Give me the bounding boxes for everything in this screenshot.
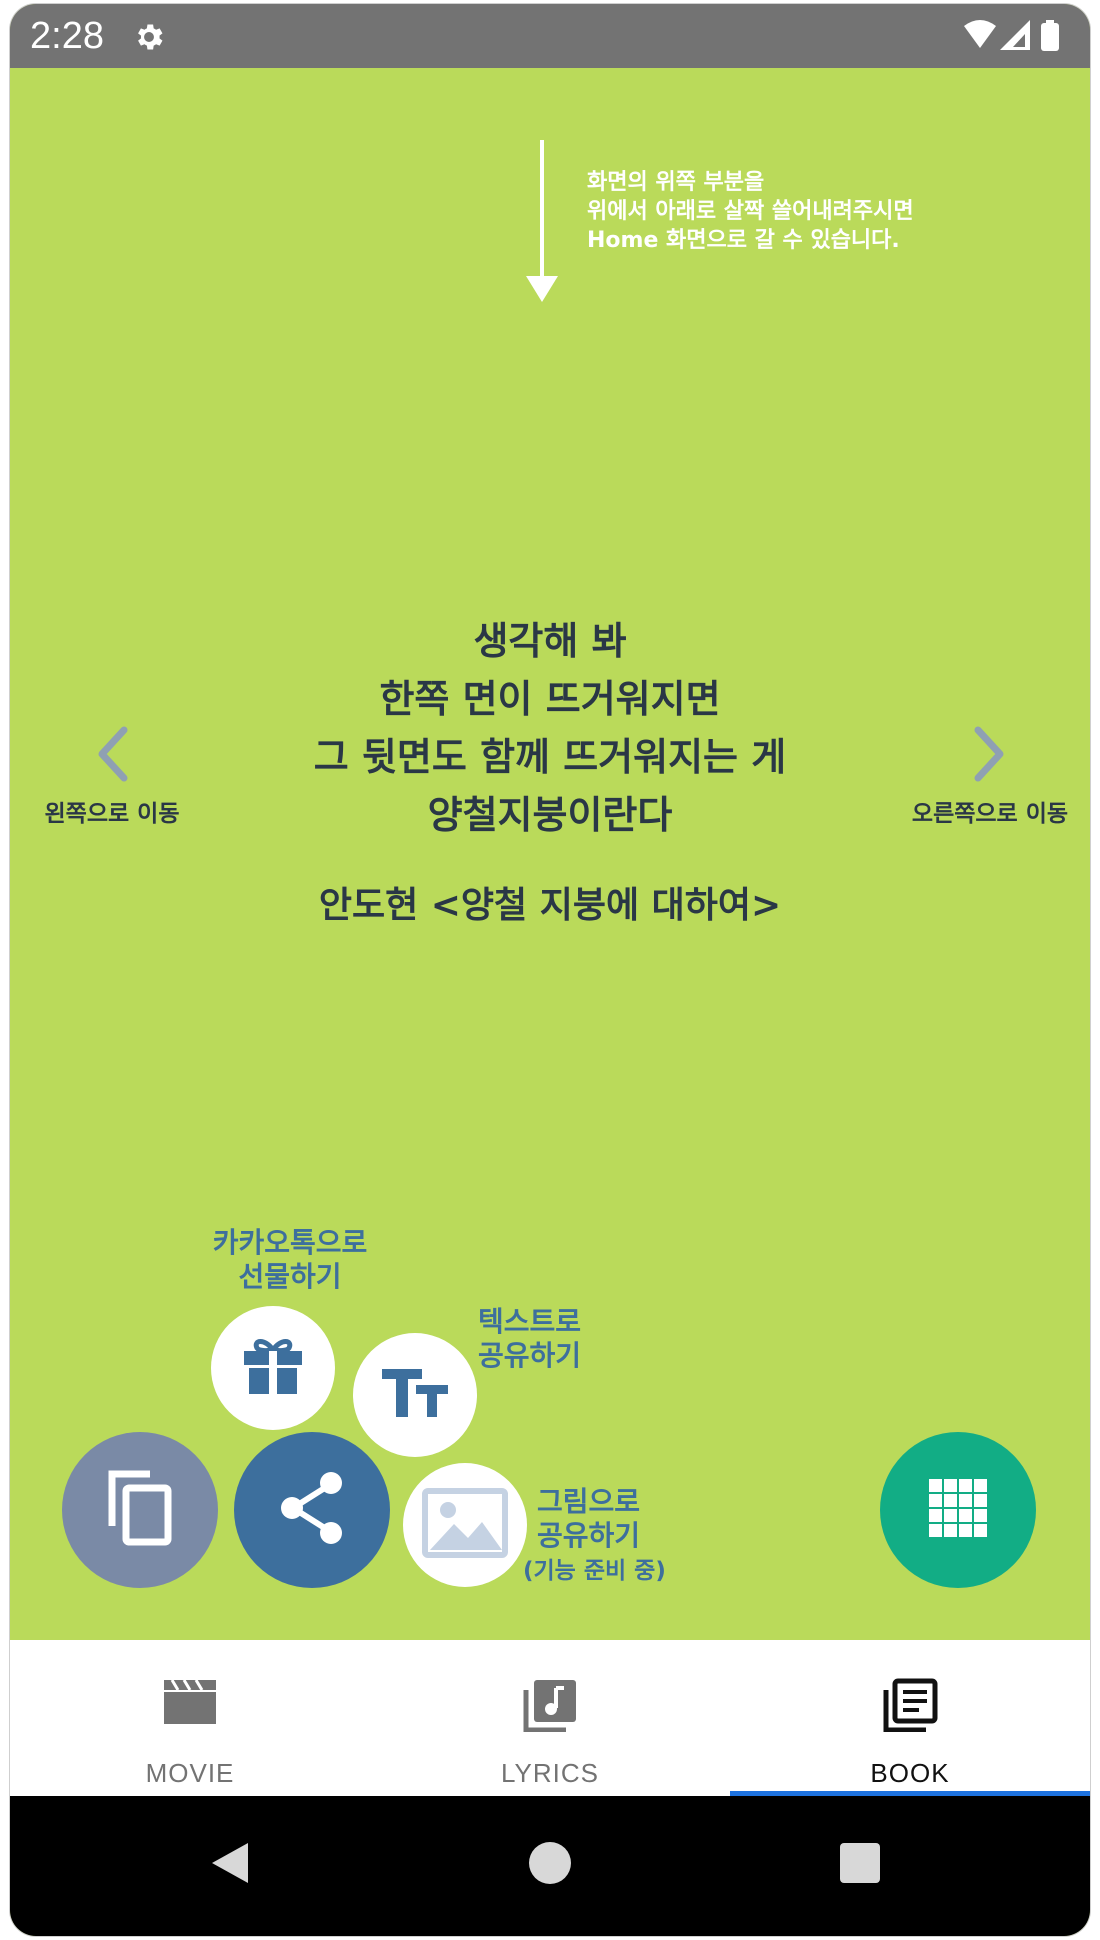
gift-button[interactable]: [211, 1306, 335, 1430]
hint-line: Home 화면으로 갈 수 있습니다.: [587, 228, 900, 253]
tab-movie[interactable]: MOVIE: [10, 1640, 370, 1796]
gift-label-line: 선물하기: [238, 1260, 342, 1293]
text-share-label-line: 공유하기: [478, 1339, 582, 1372]
gift-label: 카카오톡으로 선물하기: [180, 1226, 400, 1294]
phone-screen: 2:28 화면의 위쪽 부분을 위에서 아래로 살짝 쓸어내려주시면 Home …: [10, 4, 1090, 1936]
copy-button[interactable]: [62, 1432, 218, 1588]
quote-line: 생각해 봐: [473, 619, 627, 663]
share-button[interactable]: [234, 1432, 390, 1588]
gear-icon: [132, 20, 166, 58]
quote-line: 양철지붕이란다: [427, 793, 673, 837]
bottom-navigation: MOVIE LYRICS BOOK: [10, 1640, 1090, 1796]
signal-icon: [1000, 20, 1030, 50]
clapperboard-icon: [162, 1678, 218, 1730]
grid-menu-button[interactable]: [880, 1432, 1036, 1588]
hint-line: 위에서 아래로 살짝 쓸어내려주시면: [587, 199, 914, 224]
status-indicators: [962, 18, 1072, 58]
share-icon: [277, 1470, 347, 1550]
pull-down-hint: 화면의 위쪽 부분을 위에서 아래로 살짝 쓸어내려주시면 Home 화면으로 …: [587, 168, 987, 255]
text-share-label: 텍스트로 공유하기: [478, 1305, 581, 1373]
hint-line: 화면의 위쪽 부분을: [587, 170, 765, 195]
text-share-button[interactable]: [353, 1333, 477, 1457]
book-icon: [882, 1678, 938, 1736]
tab-book[interactable]: BOOK: [730, 1640, 1090, 1796]
wifi-icon: [964, 20, 996, 48]
status-time: 2:28: [30, 15, 104, 57]
tab-lyrics[interactable]: LYRICS: [370, 1640, 730, 1796]
copy-icon: [104, 1468, 176, 1552]
text-share-label-line: 텍스트로: [478, 1305, 582, 1338]
quote-line: 한쪽 면이 뜨거워지면: [379, 677, 721, 721]
tab-lyrics-label: LYRICS: [501, 1758, 599, 1788]
tab-book-label: BOOK: [870, 1758, 950, 1788]
quote-line: 그 뒷면도 함께 뜨거워지는 게: [313, 735, 787, 779]
quote-text: 생각해 봐 한쪽 면이 뜨거워지면 그 뒷면도 함께 뜨거워지는 게 양철지붕이…: [10, 612, 1090, 844]
image-share-label: 그림으로 공유하기 (기능 준비 중): [523, 1485, 666, 1585]
recents-icon[interactable]: [840, 1843, 880, 1883]
gift-label-line: 카카오톡으로: [212, 1226, 368, 1259]
arrow-down-icon: [522, 140, 562, 310]
image-share-label-line: 그림으로: [537, 1485, 641, 1518]
back-icon[interactable]: [208, 1840, 252, 1890]
gift-icon: [241, 1336, 305, 1400]
image-share-note: (기능 준비 중): [523, 1558, 666, 1584]
text-size-icon: [380, 1365, 450, 1425]
image-icon: [422, 1488, 508, 1562]
battery-icon: [1041, 20, 1059, 51]
image-share-label-line: 공유하기: [537, 1519, 641, 1552]
image-share-button[interactable]: [403, 1463, 527, 1587]
grid-icon: [929, 1479, 987, 1541]
tab-movie-label: MOVIE: [145, 1758, 235, 1788]
home-icon[interactable]: [529, 1842, 571, 1884]
music-library-icon: [522, 1678, 578, 1736]
quote-author: 안도현 <양철 지붕에 대하여>: [318, 885, 782, 926]
status-bar: 2:28: [10, 4, 1090, 68]
system-navigation-bar: [10, 1796, 1090, 1936]
